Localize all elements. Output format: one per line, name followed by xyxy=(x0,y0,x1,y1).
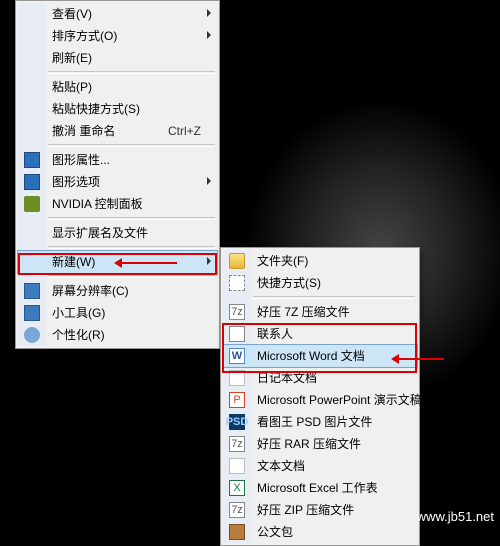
blank-icon xyxy=(24,79,40,95)
menu-item[interactable]: 图形选项 xyxy=(18,171,217,193)
menu-item-label: 日记本文档 xyxy=(257,371,317,385)
menu-item-label: 好压 RAR 压缩文件 xyxy=(257,437,361,451)
brief-icon xyxy=(229,524,245,540)
menu-item[interactable]: 粘贴快捷方式(S) xyxy=(18,98,217,120)
menu-separator xyxy=(48,144,215,147)
menu-item[interactable]: 文件夹(F) xyxy=(223,250,417,272)
menu-item-label: 文件夹(F) xyxy=(257,254,308,268)
menu-separator xyxy=(48,246,215,249)
menu-item[interactable]: 粘贴(P) xyxy=(18,76,217,98)
menu-item[interactable]: 文本文档 xyxy=(223,455,417,477)
submenu-arrow-icon xyxy=(207,9,211,17)
contact-icon xyxy=(229,326,245,342)
menu-item-label: 快捷方式(S) xyxy=(257,276,321,290)
context-menu-primary: 查看(V) 排序方式(O) 刷新(E) 粘贴(P) 粘贴快捷方式(S) 撤消 重命名 Ctr… xyxy=(15,0,220,349)
7z-icon: 7z xyxy=(229,436,245,452)
menu-item[interactable]: 屏幕分辨率(C) xyxy=(18,280,217,302)
menu2-body: 文件夹(F) 快捷方式(S) 7z 好压 7Z 压缩文件联系人 W Microsoft W… xyxy=(223,250,417,543)
menu-item[interactable]: 图形属性... xyxy=(18,149,217,171)
gpu-icon xyxy=(24,174,40,190)
menu-item-label: 显示扩展名及文件 xyxy=(52,226,148,240)
menu-item[interactable]: 日记本文档 xyxy=(223,367,417,389)
menu-item[interactable]: 新建(W) xyxy=(17,250,218,274)
menu-separator xyxy=(48,275,215,278)
menu-separator xyxy=(253,296,415,299)
submenu-arrow-icon xyxy=(207,31,211,39)
blank-icon xyxy=(24,6,40,22)
menu-item[interactable]: 显示扩展名及文件 xyxy=(18,222,217,244)
menu-item[interactable]: 查看(V) xyxy=(18,3,217,25)
menu-item[interactable]: X Microsoft Excel 工作表 xyxy=(223,477,417,499)
txt-icon xyxy=(229,458,245,474)
menu-item-label: 刷新(E) xyxy=(52,51,92,65)
gear-icon xyxy=(24,327,40,343)
txt-icon xyxy=(229,370,245,386)
menu-item-label: 看图王 PSD 图片文件 xyxy=(257,415,372,429)
menu-item-label: Microsoft Word 文档 xyxy=(257,349,365,363)
7z-icon: 7z xyxy=(229,502,245,518)
menu1-body: 查看(V) 排序方式(O) 刷新(E) 粘贴(P) 粘贴快捷方式(S) 撤消 重命名 Ctr… xyxy=(18,3,217,346)
menu-item-label: NVIDIA 控制面板 xyxy=(52,197,143,211)
menu-item[interactable]: 7z 好压 7Z 压缩文件 xyxy=(223,301,417,323)
menu-item[interactable]: 撤消 重命名 Ctrl+Z xyxy=(18,120,217,142)
menu-item[interactable]: 刷新(E) xyxy=(18,47,217,69)
menu-item-label: 排序方式(O) xyxy=(52,29,117,43)
submenu-arrow-icon xyxy=(207,257,211,265)
menu-item-shortcut: Ctrl+Z xyxy=(168,120,201,142)
gpu-icon xyxy=(24,152,40,168)
blank-icon xyxy=(24,254,40,270)
folder-icon xyxy=(229,253,245,269)
mon-icon xyxy=(24,283,40,299)
menu-item[interactable]: PSD 看图王 PSD 图片文件 xyxy=(223,411,417,433)
menu-item-label: 新建(W) xyxy=(52,255,95,269)
blank-icon xyxy=(24,28,40,44)
menu-item[interactable]: 联系人 xyxy=(223,323,417,345)
menu-item[interactable]: W Microsoft Word 文档 xyxy=(222,344,418,368)
blank-icon xyxy=(24,225,40,241)
menu-item-label: Microsoft PowerPoint 演示文稿 xyxy=(257,393,422,407)
psd-icon: PSD xyxy=(229,414,245,430)
menu-item-label: Microsoft Excel 工作表 xyxy=(257,481,378,495)
nv-icon xyxy=(24,196,40,212)
menu-item[interactable]: PMicrosoft PowerPoint 演示文稿 xyxy=(223,389,417,411)
7z-icon: 7z xyxy=(229,304,245,320)
menu-item-label: 粘贴(P) xyxy=(52,80,92,94)
menu-item-label: 小工具(G) xyxy=(52,306,105,320)
menu-item[interactable]: 快捷方式(S) xyxy=(223,272,417,294)
blank-icon xyxy=(24,50,40,66)
menu-item-label: 屏幕分辨率(C) xyxy=(52,284,129,298)
menu-item-label: 好压 7Z 压缩文件 xyxy=(257,305,350,319)
menu-item[interactable]: 排序方式(O) xyxy=(18,25,217,47)
menu-item-label: 查看(V) xyxy=(52,7,92,21)
blank-icon xyxy=(24,123,40,139)
menu-separator xyxy=(48,217,215,220)
menu-item[interactable]: 个性化(R) xyxy=(18,324,217,346)
menu-item-label: 好压 ZIP 压缩文件 xyxy=(257,503,354,517)
menu-item[interactable]: 公文包 xyxy=(223,521,417,543)
short-icon xyxy=(229,275,245,291)
menu-item-label: 图形选项 xyxy=(52,175,100,189)
menu-item-label: 粘贴快捷方式(S) xyxy=(52,102,140,116)
menu-item-label: 联系人 xyxy=(257,327,293,341)
menu-item-label: 文本文档 xyxy=(257,459,305,473)
menu-separator xyxy=(48,71,215,74)
mon-icon xyxy=(24,305,40,321)
menu-item-label: 个性化(R) xyxy=(52,328,105,342)
submenu-arrow-icon xyxy=(207,177,211,185)
menu-item-label: 公文包 xyxy=(257,525,293,539)
menu-item[interactable]: 7z 好压 RAR 压缩文件 xyxy=(223,433,417,455)
menu-item[interactable]: NVIDIA 控制面板 xyxy=(18,193,217,215)
menu-item-label: 图形属性... xyxy=(52,153,110,167)
ppt-icon: P xyxy=(229,392,245,408)
xl-icon: X xyxy=(229,480,245,496)
menu-item[interactable]: 小工具(G) xyxy=(18,302,217,324)
context-menu-new-submenu: 文件夹(F) 快捷方式(S) 7z 好压 7Z 压缩文件联系人 W Microsoft W… xyxy=(220,247,420,546)
doc-icon: W xyxy=(229,348,245,364)
blank-icon xyxy=(24,101,40,117)
menu-item[interactable]: 7z 好压 ZIP 压缩文件 xyxy=(223,499,417,521)
menu-item-label: 撤消 重命名 xyxy=(52,124,115,138)
